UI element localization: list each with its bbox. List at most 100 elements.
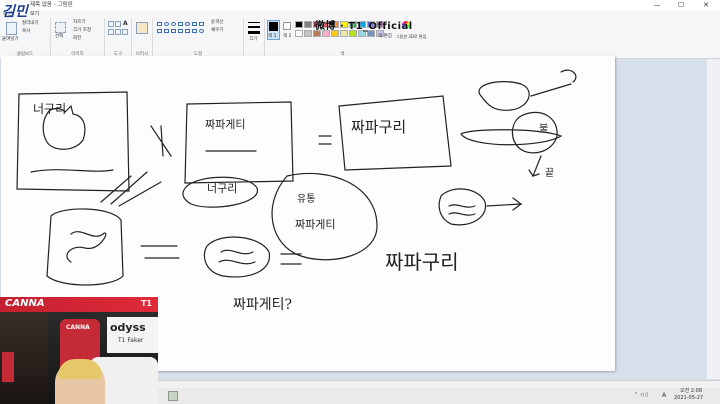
canvas-note: 불 bbox=[539, 124, 549, 135]
doodle-bubble-top bbox=[478, 81, 530, 111]
brush-icon[interactable] bbox=[136, 22, 148, 34]
rounded-rect-shape-icon[interactable] bbox=[185, 22, 190, 26]
poster-brand: odyss bbox=[110, 321, 146, 334]
copy-button[interactable]: 복사 bbox=[22, 29, 30, 35]
pentagon-shape-icon[interactable] bbox=[164, 29, 169, 33]
clock-time[interactable]: 오전 2:08 bbox=[680, 388, 702, 395]
cut-button[interactable]: 잘라내기 bbox=[22, 21, 39, 27]
canvas-note: 짜파게티 bbox=[205, 118, 246, 131]
resize-button[interactable]: 크기 조정 bbox=[73, 28, 91, 34]
canvas-note: 짜파게티 bbox=[295, 218, 336, 231]
doodle-arrow-down bbox=[528, 155, 542, 177]
webcam-pillow bbox=[2, 352, 14, 382]
triangle-shape-icon[interactable] bbox=[199, 22, 204, 26]
canvas-note: 짜파구리 bbox=[385, 250, 459, 274]
star-shape-icon[interactable] bbox=[185, 29, 190, 33]
hexagon-shape-icon[interactable] bbox=[171, 29, 176, 33]
doodle-wave-1 bbox=[218, 249, 256, 265]
heart-shape-icon[interactable] bbox=[199, 29, 204, 33]
tools-group: A 도구 bbox=[105, 18, 132, 58]
select-icon[interactable] bbox=[55, 22, 66, 33]
brushes-group: 브러시 bbox=[132, 18, 153, 58]
select-button[interactable]: 선택 bbox=[55, 34, 63, 40]
magnifier-icon[interactable] bbox=[122, 29, 128, 35]
minimize-button[interactable]: — bbox=[646, 0, 668, 10]
window-title: 제목 없음 - 그림판 bbox=[30, 2, 73, 8]
banner-name: CANNA bbox=[5, 298, 45, 309]
diamond-shape-icon[interactable] bbox=[157, 29, 162, 33]
menu-view[interactable]: 보기 bbox=[30, 11, 39, 18]
edit-colors-button[interactable]: 색 편집 bbox=[378, 34, 392, 40]
outline-button[interactable]: 윤곽선 bbox=[211, 20, 223, 26]
curve-shape-icon[interactable] bbox=[164, 22, 169, 26]
close-button[interactable]: ✕ bbox=[695, 0, 717, 10]
color-picker-icon[interactable] bbox=[115, 29, 121, 35]
color2-label: 색 2 bbox=[283, 34, 292, 39]
canvas-note: 끝 bbox=[545, 168, 555, 179]
size-group: 크기 bbox=[244, 18, 265, 58]
size-line-2 bbox=[248, 26, 260, 28]
paint3d-button[interactable]: 그림판 3D로 편집 bbox=[396, 34, 426, 40]
polygon-shape-icon[interactable] bbox=[192, 22, 197, 26]
pencil-icon[interactable] bbox=[108, 21, 114, 27]
clock-date[interactable]: 2021-05-27 bbox=[674, 395, 703, 402]
arrow-shape-icon[interactable] bbox=[178, 29, 183, 33]
text-tool-icon[interactable]: A bbox=[123, 21, 128, 27]
palette-swatch[interactable] bbox=[295, 30, 303, 37]
palette-swatch[interactable] bbox=[295, 21, 303, 28]
palette-swatch[interactable] bbox=[304, 21, 312, 28]
color1-swatch bbox=[269, 22, 278, 31]
doodle-ellipse-left bbox=[203, 236, 270, 278]
fill-button[interactable]: 채우기 bbox=[211, 28, 223, 34]
canvas-note: 짜파구리 bbox=[351, 118, 407, 136]
canvas-note: 너구리 bbox=[33, 102, 67, 116]
canvas-note: 짜파게티? bbox=[233, 297, 293, 313]
color2-swatch[interactable] bbox=[283, 22, 291, 30]
doodle-scribbles bbox=[66, 231, 107, 263]
oval-shape-icon[interactable] bbox=[171, 22, 176, 26]
stream-logo: 김민 bbox=[2, 4, 28, 20]
tray-icons: ⌃ ◁ ▯ bbox=[634, 392, 648, 398]
streamer-hair bbox=[58, 359, 102, 379]
doodle-equals-2 bbox=[140, 245, 180, 259]
palette-swatch[interactable] bbox=[304, 30, 312, 37]
webcam-banner: CANNA T1 bbox=[0, 297, 158, 312]
doodle-arrow-right bbox=[486, 197, 523, 211]
doodle-grass bbox=[100, 171, 162, 207]
paste-icon[interactable] bbox=[6, 22, 17, 35]
eraser-icon[interactable] bbox=[108, 29, 114, 35]
weibo-watermark: 微博 · T1_Official bbox=[315, 21, 413, 32]
jersey-text: CANNA bbox=[66, 324, 90, 331]
line-shape-icon[interactable] bbox=[157, 22, 162, 26]
paste-button[interactable]: 붙여넣기 bbox=[2, 37, 19, 43]
doodle-box-1-line bbox=[30, 169, 114, 173]
doodle-basket bbox=[46, 208, 124, 286]
maximize-button[interactable]: ☐ bbox=[670, 0, 692, 10]
canvas-note: 유통 bbox=[297, 194, 316, 205]
doodle-ellipse-right bbox=[438, 188, 487, 226]
clipboard-group: 붙여넣기 잘라내기 복사 클립보드 bbox=[0, 18, 51, 58]
color1-label: 색 1 bbox=[268, 34, 277, 39]
doodle-box-2 bbox=[184, 101, 294, 184]
rectangle-shape-icon[interactable] bbox=[178, 22, 183, 26]
canvas-note: 너구리 bbox=[207, 182, 238, 195]
doodle-equals-1 bbox=[318, 135, 332, 145]
rotate-button[interactable]: 회전 bbox=[73, 36, 81, 42]
shapes-group: 윤곽선 채우기 도형 bbox=[153, 18, 244, 58]
doodle-arrow-right-top bbox=[530, 83, 572, 97]
image-group: 선택 자르기 크기 조정 회전 이미지 bbox=[51, 18, 105, 58]
paint-taskbar-icon[interactable] bbox=[168, 391, 178, 401]
ime-indicator[interactable]: A bbox=[662, 392, 666, 399]
vertical-scrollbar[interactable] bbox=[707, 59, 720, 379]
fill-icon[interactable] bbox=[115, 21, 121, 27]
crop-button[interactable]: 자르기 bbox=[73, 20, 85, 26]
doodle-wave-2 bbox=[448, 204, 476, 216]
size-line-1 bbox=[248, 22, 260, 23]
t1-logo: T1 bbox=[140, 299, 152, 308]
size-button[interactable]: 크기 bbox=[249, 37, 257, 43]
callout-shape-icon[interactable] bbox=[192, 29, 197, 33]
doodle-plus bbox=[150, 125, 172, 157]
size-line-3 bbox=[248, 31, 260, 34]
doodle-bubble-right-curve bbox=[560, 69, 577, 83]
poster-name: T1 Faker bbox=[118, 337, 144, 344]
